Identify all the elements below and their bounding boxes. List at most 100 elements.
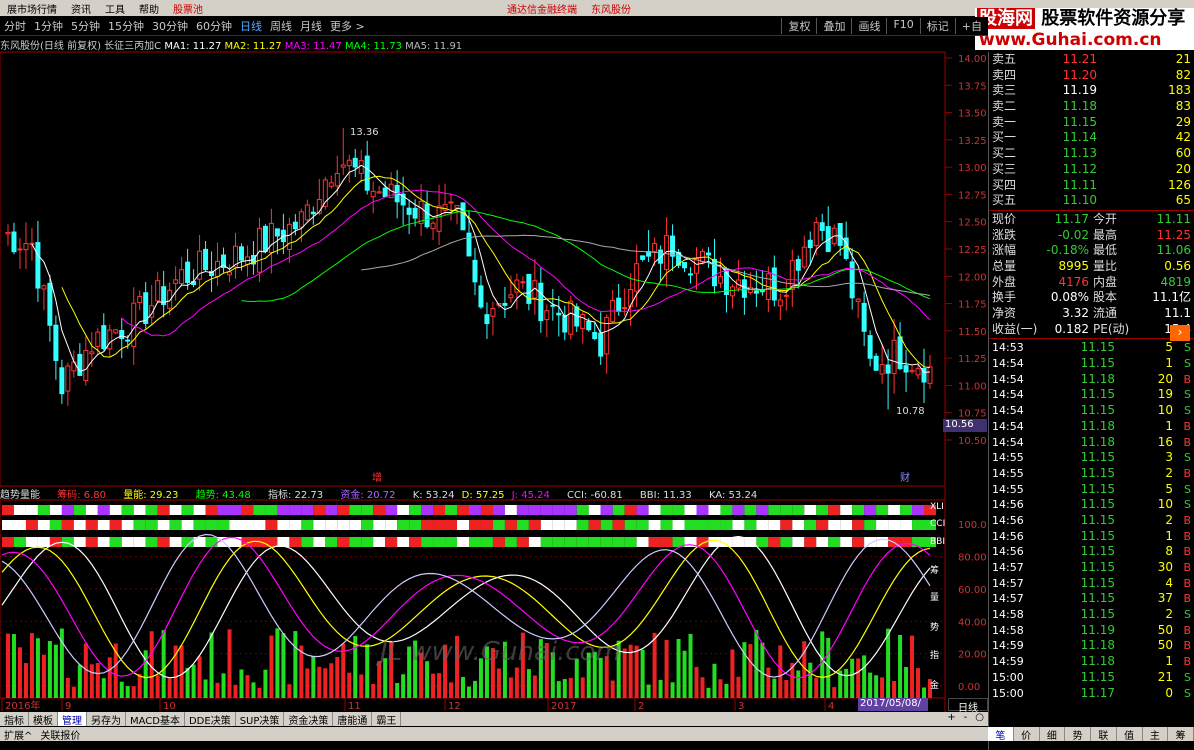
- rtab-trend[interactable]: 势: [1065, 727, 1091, 742]
- signal-strip-cell: [912, 520, 925, 530]
- volume-bar: [305, 668, 310, 698]
- signal-strip-cell: [840, 505, 853, 515]
- tick-row[interactable]: 15:00 11.15 21 S: [989, 670, 1194, 686]
- signal-strip-cell: [277, 505, 290, 515]
- volume-bar: [754, 629, 759, 698]
- orderbook-row[interactable]: 买三 11.12 20: [989, 162, 1194, 178]
- tab-bawang[interactable]: 霸王: [372, 712, 402, 727]
- rtab-price[interactable]: 价: [1014, 727, 1040, 742]
- tab-sup[interactable]: SUP决策: [236, 712, 285, 727]
- tick-row[interactable]: 14:54 11.15 1 S: [989, 356, 1194, 372]
- candle: [460, 202, 466, 231]
- tick-row[interactable]: 14:53 11.15 5 S: [989, 340, 1194, 356]
- ind-name: 趋势量能: [0, 490, 40, 501]
- tick-row[interactable]: 14:56 11.15 1 B: [989, 529, 1194, 545]
- candle: [478, 285, 484, 308]
- tick-row[interactable]: 14:54 11.18 20 B: [989, 372, 1194, 388]
- rtab-link[interactable]: 联: [1091, 727, 1117, 742]
- tick-row[interactable]: 14:54 11.15 10 S: [989, 403, 1194, 419]
- tab-saveas[interactable]: 另存为: [87, 712, 126, 727]
- tab-template[interactable]: 模板: [29, 712, 58, 727]
- candle: [454, 204, 460, 209]
- volume-bar: [556, 681, 561, 698]
- candle: [490, 307, 496, 317]
- tab-dde[interactable]: DDE决策: [185, 712, 236, 727]
- signal-strip-cell: [828, 537, 841, 547]
- candle: [424, 203, 430, 228]
- signal-strip-cell: [169, 537, 182, 547]
- tick-price: 11.15: [1080, 497, 1115, 512]
- volume-bar: [179, 645, 184, 698]
- orderbook-row[interactable]: 买五 11.10 65: [989, 193, 1194, 209]
- tick-row[interactable]: 14:56 11.15 2 B: [989, 513, 1194, 529]
- candle: [412, 207, 418, 219]
- expand-button[interactable]: 扩展^: [0, 727, 36, 742]
- signal-strip-cell: [900, 520, 913, 530]
- rtab-ticks[interactable]: 笔: [988, 727, 1014, 742]
- reset-button[interactable]: ○: [971, 712, 988, 726]
- orderbook-row[interactable]: 卖二 11.18 83: [989, 99, 1194, 115]
- signal-strip-cell: [516, 537, 529, 547]
- orderbook-row[interactable]: 卖一 11.15 29: [989, 115, 1194, 131]
- quote-label: 现价: [992, 211, 1017, 226]
- tick-row[interactable]: 14:56 11.15 10 S: [989, 497, 1194, 513]
- tick-side: S: [1184, 341, 1191, 355]
- tick-volume: 5: [1165, 481, 1173, 496]
- tick-volume: 16: [1157, 434, 1173, 449]
- ob-label: 买三: [992, 161, 1017, 176]
- tick-row[interactable]: 14:58 11.19 50 B: [989, 623, 1194, 639]
- rtab-chips[interactable]: 筹: [1168, 727, 1194, 742]
- ob-volume: 20: [1175, 161, 1191, 176]
- candle: [95, 331, 101, 347]
- tick-side: S: [1184, 686, 1191, 700]
- orderbook-row[interactable]: 买二 11.13 60: [989, 146, 1194, 162]
- ma-line-ma2: [61, 175, 931, 369]
- rtab-main[interactable]: 主: [1143, 727, 1169, 742]
- volume-bar: [472, 680, 477, 698]
- tab-tangnengtong[interactable]: 唐能通: [333, 712, 373, 727]
- tick-row[interactable]: 14:58 11.15 2 S: [989, 607, 1194, 623]
- tab-indicator[interactable]: 指标: [0, 712, 29, 727]
- tick-row[interactable]: 14:59 11.18 1 B: [989, 654, 1194, 670]
- volume-bar: [281, 633, 286, 698]
- zoom-out-button[interactable]: -: [960, 712, 972, 726]
- rtab-value[interactable]: 值: [1117, 727, 1143, 742]
- tick-row[interactable]: 14:57 11.15 4 B: [989, 576, 1194, 592]
- tick-list[interactable]: 14:53 11.15 5 S 14:54 11.15 1 S 14:54 11.18 20 B 14:…: [989, 340, 1194, 701]
- tab-zijin[interactable]: 资金决策: [284, 712, 334, 727]
- kline-chart[interactable]: 14.00 13.75 13.50 13.25 13.00 12.75 12.50 12.25…: [0, 0, 988, 712]
- ind-tag: CCI: [930, 519, 945, 529]
- tick-row[interactable]: 14:55 11.15 3 S: [989, 450, 1194, 466]
- orderbook-row[interactable]: 卖五 11.21 21: [989, 52, 1194, 68]
- signal-strip-cell: [588, 537, 601, 547]
- tab-manage[interactable]: 管理: [58, 712, 87, 727]
- tick-row[interactable]: 14:59 11.18 50 B: [989, 638, 1194, 654]
- ob-price: 11.20: [1062, 67, 1097, 82]
- tick-row[interactable]: 15:00 11.17 0 S: [989, 686, 1194, 702]
- orderbook-row[interactable]: 买四 11.11 126: [989, 178, 1194, 194]
- price-axis-label: 13.00: [958, 163, 987, 174]
- tick-row[interactable]: 14:55 11.15 2 B: [989, 466, 1194, 482]
- rtab-detail[interactable]: 细: [1040, 727, 1066, 742]
- orderbook-row[interactable]: 卖三 11.19 183: [989, 83, 1194, 99]
- orderbook-row[interactable]: 买一 11.14 42: [989, 130, 1194, 146]
- signal-strip-cell: [900, 505, 913, 515]
- tick-row[interactable]: 14:55 11.15 5 S: [989, 482, 1194, 498]
- orderbook-row[interactable]: 卖四 11.20 82: [989, 68, 1194, 84]
- tab-macd[interactable]: MACD基本: [126, 712, 185, 727]
- signal-strip-cell: [492, 537, 505, 547]
- scroll-handle-icon[interactable]: ›: [1170, 325, 1190, 341]
- period-indicator: 日线: [948, 698, 988, 714]
- volume-bar: [245, 675, 250, 698]
- tick-row[interactable]: 14:54 11.15 19 S: [989, 387, 1194, 403]
- quote-row: 涨跌 -0.02 最高 11.25: [989, 228, 1194, 244]
- candle: [855, 298, 861, 302]
- tick-row[interactable]: 14:57 11.15 37 B: [989, 591, 1194, 607]
- tick-row[interactable]: 14:57 11.15 30 B: [989, 560, 1194, 576]
- volume-bar: [856, 658, 861, 698]
- tick-row[interactable]: 14:54 11.18 16 B: [989, 435, 1194, 451]
- zoom-in-button[interactable]: +: [943, 712, 959, 726]
- tick-row[interactable]: 14:54 11.18 1 B: [989, 419, 1194, 435]
- related-quote-button[interactable]: 关联报价: [36, 727, 84, 742]
- tick-row[interactable]: 14:56 11.15 8 B: [989, 544, 1194, 560]
